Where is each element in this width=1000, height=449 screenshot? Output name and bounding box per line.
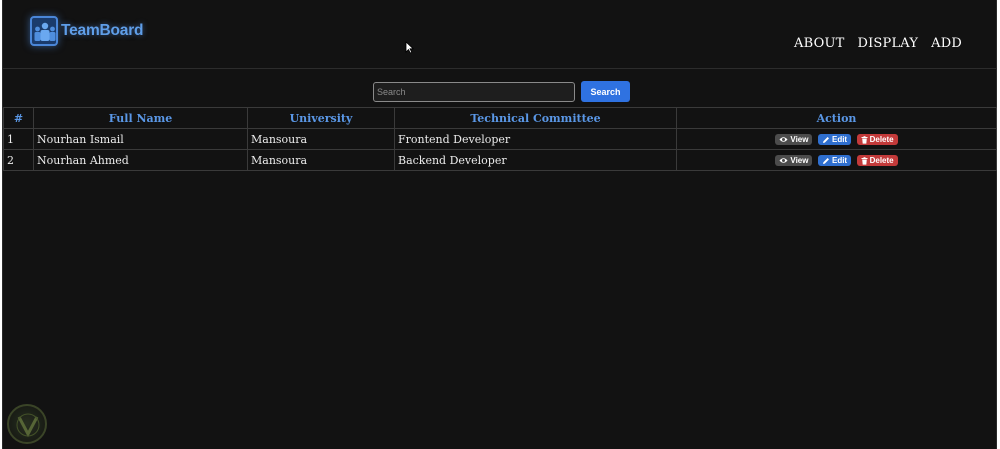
row-full-name: Nourhan Ahmed xyxy=(33,149,248,171)
edit-label: Edit xyxy=(831,135,848,144)
row-university: Mansoura xyxy=(247,149,395,171)
search-form: Search xyxy=(373,81,630,102)
view-button[interactable]: View xyxy=(775,155,813,166)
nav-links: ABOUT DISPLAY ADD xyxy=(794,36,962,51)
pencil-icon xyxy=(822,136,829,143)
row-committee: Frontend Developer xyxy=(394,128,677,150)
row-university: Mansoura xyxy=(247,128,395,150)
table-row: 1 Nourhan Ismail Mansoura Frontend Devel… xyxy=(3,128,997,150)
view-button[interactable]: View xyxy=(775,134,813,145)
app-window: TeamBoard ABOUT DISPLAY ADD Search # Ful… xyxy=(2,0,997,449)
nav-about[interactable]: ABOUT xyxy=(794,36,844,51)
header-full-name: Full Name xyxy=(33,107,248,129)
edit-button[interactable]: Edit xyxy=(817,155,852,166)
search-input[interactable] xyxy=(373,81,575,102)
header-action: Action xyxy=(676,107,997,129)
view-label: View xyxy=(790,135,809,144)
table-row: 2 Nourhan Ahmed Mansoura Backend Develop… xyxy=(3,149,997,171)
navbar: TeamBoard ABOUT DISPLAY ADD xyxy=(3,0,996,69)
row-actions: View Edit Delete xyxy=(676,149,997,171)
header-technical-committee: Technical Committee xyxy=(394,107,677,129)
trash-icon xyxy=(861,135,868,144)
edit-label: Edit xyxy=(831,156,848,165)
row-number: 2 xyxy=(3,149,34,171)
nav-add[interactable]: ADD xyxy=(931,36,962,51)
mouse-cursor-icon xyxy=(405,41,414,54)
view-label: View xyxy=(790,156,809,165)
pencil-icon xyxy=(822,157,829,164)
watermark-logo xyxy=(7,404,47,444)
brand-logo[interactable]: TeamBoard xyxy=(30,15,144,47)
row-full-name: Nourhan Ismail xyxy=(33,128,248,150)
search-button[interactable]: Search xyxy=(581,81,630,102)
edit-button[interactable]: Edit xyxy=(817,134,852,145)
delete-button[interactable]: Delete xyxy=(856,155,898,166)
table-header-row: # Full Name University Technical Committ… xyxy=(3,107,997,129)
team-icon xyxy=(30,16,58,46)
eye-icon xyxy=(779,137,788,142)
v-logo-icon xyxy=(16,413,40,438)
header-university: University xyxy=(247,107,395,129)
delete-button[interactable]: Delete xyxy=(856,134,898,145)
row-committee: Backend Developer xyxy=(394,149,677,171)
brand-name: TeamBoard xyxy=(61,22,144,39)
delete-label: Delete xyxy=(869,135,894,144)
delete-label: Delete xyxy=(869,156,894,165)
trash-icon xyxy=(861,156,868,165)
row-actions: View Edit Delete xyxy=(676,128,997,150)
members-table: # Full Name University Technical Committ… xyxy=(3,107,997,171)
nav-display[interactable]: DISPLAY xyxy=(857,36,918,51)
header-number: # xyxy=(3,107,34,129)
row-number: 1 xyxy=(3,128,34,150)
eye-icon xyxy=(779,158,788,163)
